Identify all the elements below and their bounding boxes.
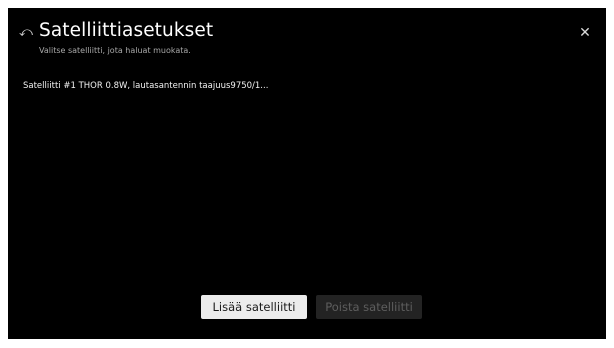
add-satellite-button[interactable]: Lisää satelliitti <box>201 295 307 319</box>
back-arrow-icon[interactable]: ⤺ <box>19 26 33 40</box>
satellite-settings-screen: ⤺ Satelliittiasetukset Valitse satelliit… <box>8 8 606 339</box>
page-subtitle: Valitse satelliitti, jota haluat muokata… <box>39 46 191 55</box>
page-title: Satelliittiasetukset <box>39 20 214 41</box>
close-icon[interactable]: ✕ <box>578 26 592 40</box>
satellite-list-item[interactable]: Satelliitti #1 THOR 0.8W, lautasantennin… <box>23 80 268 92</box>
remove-satellite-button[interactable]: Poista satelliitti <box>316 295 422 319</box>
